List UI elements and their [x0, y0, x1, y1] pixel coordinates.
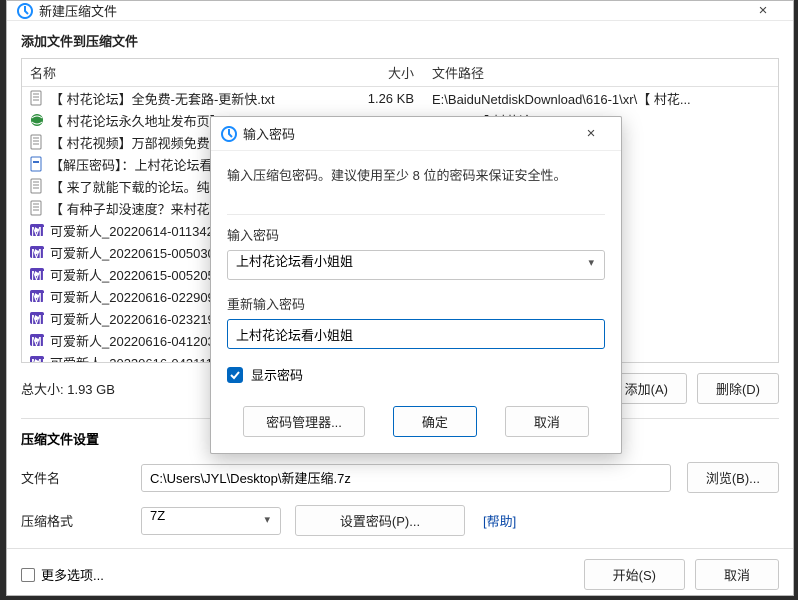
window-close-button[interactable]: × [743, 2, 783, 19]
password-confirm-input[interactable] [227, 319, 605, 349]
filename-row: 文件名 浏览(B)... [21, 462, 779, 493]
file-mp4-icon: MP4 [28, 265, 46, 283]
col-size[interactable]: 大小 [332, 63, 422, 82]
svg-text:MP4: MP4 [31, 334, 45, 348]
password-dialog-titlebar: 输入密码 × [211, 117, 621, 151]
dialog-footer: 密码管理器... 确定 取消 [211, 394, 621, 453]
password-label: 输入密码 [227, 225, 605, 244]
dialog-app-icon [221, 126, 237, 142]
format-row: 压缩格式 7Z 设置密码(P)... [帮助] [21, 505, 779, 536]
dialog-body: 输入压缩包密码。建议使用至少 8 位的密码来保证安全性。 输入密码 上村花论坛看… [211, 151, 621, 394]
file-text-icon [28, 133, 46, 151]
svg-text:MP4: MP4 [31, 356, 45, 363]
svg-text:MP4: MP4 [31, 290, 45, 304]
file-doc-icon [28, 155, 46, 173]
more-options-label[interactable]: 更多选项... [41, 565, 104, 584]
show-password-label: 显示密码 [251, 365, 303, 384]
file-text-icon [28, 199, 46, 217]
file-text-icon [28, 177, 46, 195]
svg-text:MP4: MP4 [31, 246, 45, 260]
file-path-cell: E:\BaiduNetdiskDownload\616-1\xr\【 村花... [422, 89, 778, 108]
col-name[interactable]: 名称 [22, 63, 332, 82]
set-password-button[interactable]: 设置密码(P)... [295, 505, 465, 536]
format-value: 7Z [150, 508, 165, 523]
password-dialog: 输入密码 × 输入压缩包密码。建议使用至少 8 位的密码来保证安全性。 输入密码… [210, 116, 622, 454]
help-link[interactable]: [帮助] [483, 511, 516, 530]
password-manager-button[interactable]: 密码管理器... [243, 406, 365, 437]
show-password-checkbox[interactable] [227, 367, 243, 383]
file-mp4-icon: MP4 [28, 309, 46, 327]
format-combo[interactable]: 7Z [141, 507, 281, 535]
dialog-separator [227, 214, 605, 215]
delete-button[interactable]: 删除(D) [697, 373, 779, 404]
browse-button[interactable]: 浏览(B)... [687, 462, 779, 493]
dialog-cancel-button[interactable]: 取消 [505, 406, 589, 437]
file-mp4-icon: MP4 [28, 221, 46, 239]
start-button[interactable]: 开始(S) [584, 559, 685, 590]
svg-text:MP4: MP4 [31, 268, 45, 282]
format-label: 压缩格式 [21, 511, 141, 530]
add-section-title: 添加文件到压缩文件 [21, 31, 779, 50]
file-name-cell: 【 村花论坛】全免费-无套路-更新快.txt [50, 89, 332, 108]
file-mp4-icon: MP4 [28, 353, 46, 363]
dialog-hint: 输入压缩包密码。建议使用至少 8 位的密码来保证安全性。 [227, 165, 605, 184]
filename-input[interactable] [141, 464, 671, 492]
dialog-close-button[interactable]: × [571, 125, 611, 142]
file-size-cell: 1.26 KB [332, 91, 422, 106]
app-icon [17, 3, 33, 19]
col-path[interactable]: 文件路径 [422, 63, 778, 82]
password-confirm-label: 重新输入密码 [227, 294, 605, 313]
dialog-title: 输入密码 [243, 124, 571, 143]
file-mp4-icon: MP4 [28, 331, 46, 349]
table-header: 名称 大小 文件路径 [22, 59, 778, 87]
password-value: 上村花论坛看小姐姐 [236, 254, 353, 269]
filename-label: 文件名 [21, 468, 141, 487]
main-titlebar: 新建压缩文件 × [7, 1, 793, 21]
svg-text:MP4: MP4 [31, 312, 45, 326]
file-mp4-icon: MP4 [28, 243, 46, 261]
file-text-icon [28, 89, 46, 107]
window-title: 新建压缩文件 [39, 1, 743, 20]
cancel-button[interactable]: 取消 [695, 559, 779, 590]
table-row[interactable]: 【 村花论坛】全免费-无套路-更新快.txt1.26 KBE:\BaiduNet… [22, 87, 778, 109]
show-password-row[interactable]: 显示密码 [227, 365, 605, 384]
more-options-checkbox[interactable] [21, 568, 35, 582]
footer: 更多选项... 开始(S) 取消 [7, 548, 793, 600]
password-combo[interactable]: 上村花论坛看小姐姐 [227, 250, 605, 280]
file-mp4-icon: MP4 [28, 287, 46, 305]
svg-text:MP4: MP4 [31, 224, 45, 238]
ok-button[interactable]: 确定 [393, 406, 477, 437]
file-globe-icon [28, 111, 46, 129]
